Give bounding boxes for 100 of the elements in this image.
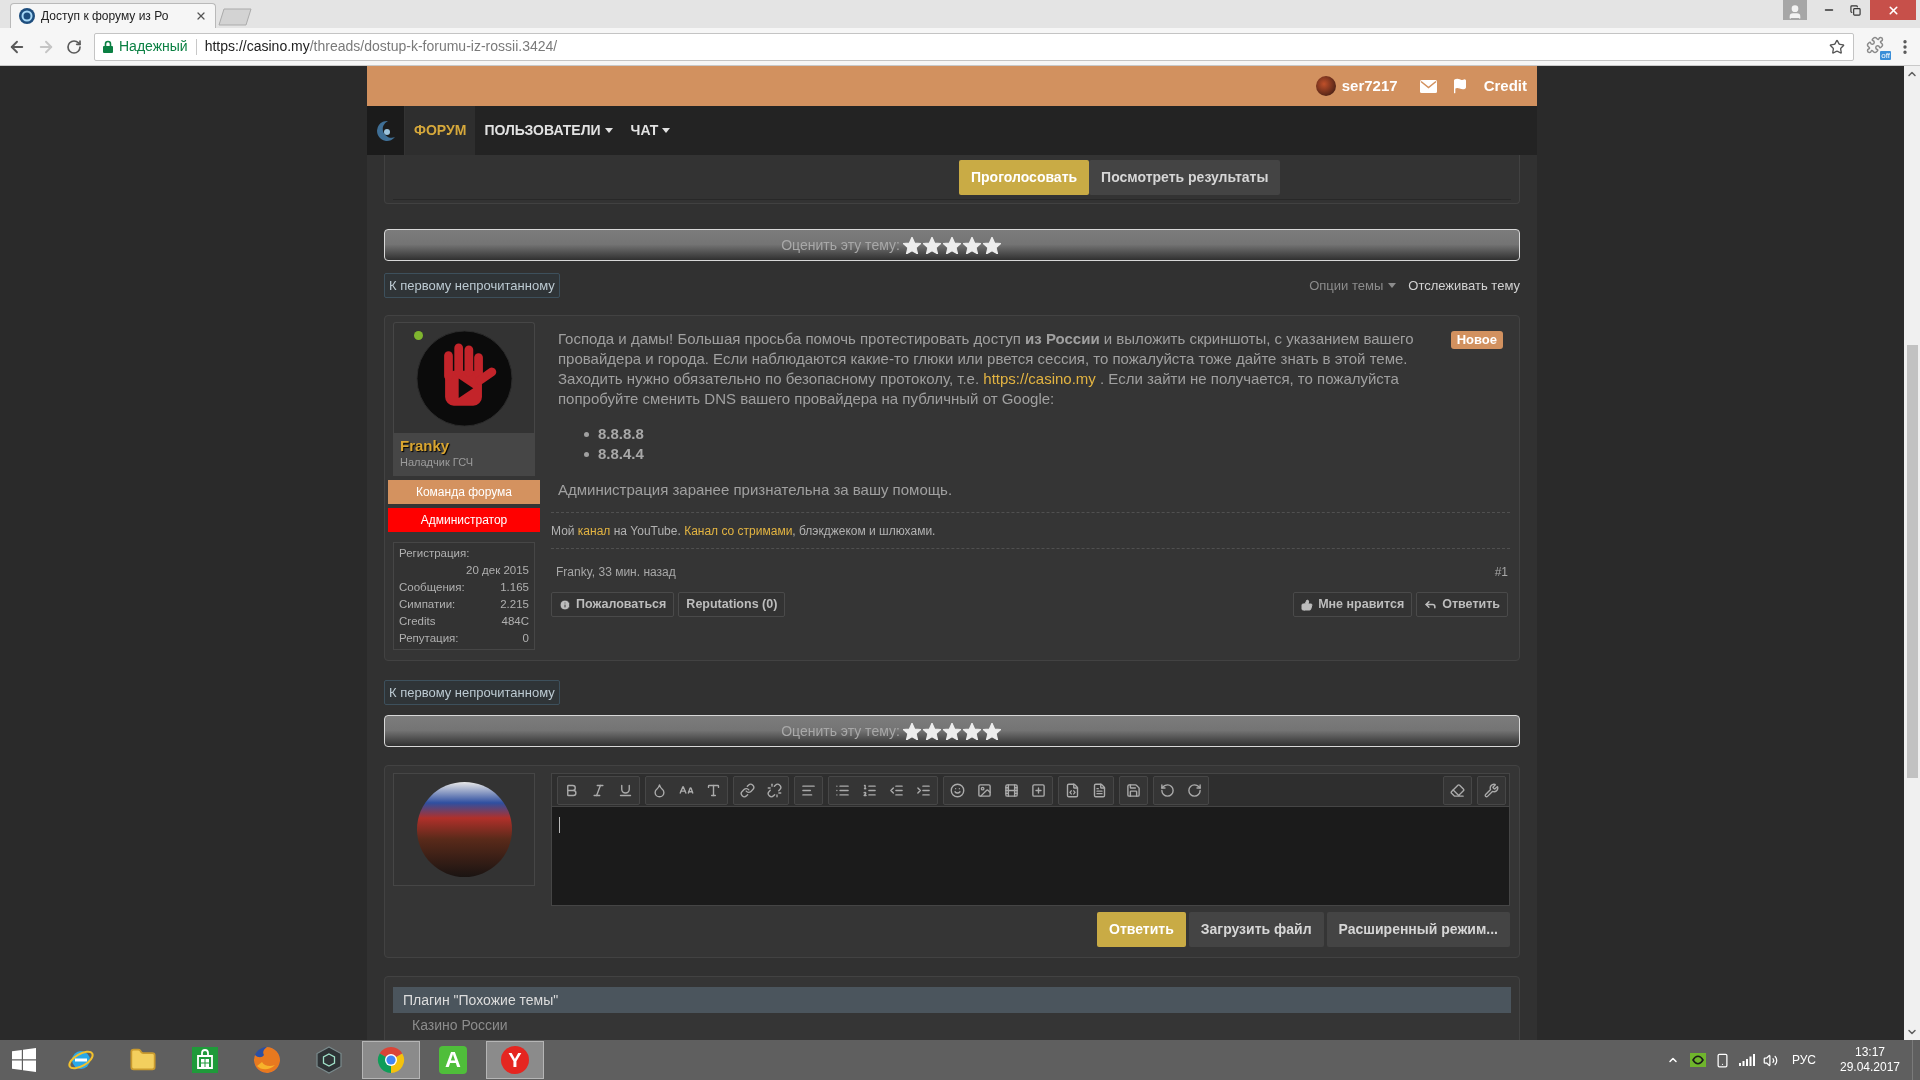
text-link[interactable]: канал bbox=[577, 524, 611, 538]
browser-tab[interactable]: Доступ к форуму из Ро bbox=[10, 3, 216, 28]
reply-form-button[interactable]: Расширенный режим... bbox=[1326, 912, 1510, 947]
stat-value: 2.215 bbox=[500, 597, 529, 612]
star-icon[interactable] bbox=[982, 722, 1001, 740]
post-action-button[interactable]: Мне нравится bbox=[1293, 592, 1413, 617]
signal-bars-icon[interactable] bbox=[1738, 1054, 1755, 1066]
star-icon[interactable] bbox=[922, 722, 941, 740]
scrollbar-thumb[interactable] bbox=[1906, 345, 1918, 778]
info-icon bbox=[559, 598, 571, 611]
poll-button[interactable]: Посмотреть результаты bbox=[1089, 159, 1281, 195]
thread-options-menu[interactable]: Опции темы bbox=[1309, 275, 1397, 296]
bold-icon[interactable] bbox=[564, 782, 579, 798]
star-icon[interactable] bbox=[982, 236, 1001, 254]
align-left-icon[interactable] bbox=[801, 782, 816, 798]
outdent-icon[interactable] bbox=[889, 782, 904, 798]
eraser-icon[interactable] bbox=[1450, 782, 1465, 798]
nav-tab[interactable]: ЧАТ bbox=[621, 106, 680, 155]
smiley-icon[interactable] bbox=[950, 782, 965, 798]
film-icon[interactable] bbox=[1004, 782, 1019, 798]
address-bar[interactable]: Надежный https://casino.my/threads/dostup-k-forumu-iz-rossii.3424/ bbox=[94, 32, 1854, 61]
star-icon[interactable] bbox=[962, 236, 981, 254]
droplet-icon[interactable] bbox=[652, 782, 667, 798]
post-byline: Franky, 33 мин. назад bbox=[556, 564, 676, 581]
indent-icon[interactable] bbox=[916, 782, 931, 798]
undo-icon[interactable] bbox=[1160, 782, 1175, 798]
close-icon bbox=[1886, 3, 1900, 17]
unlink-icon[interactable] bbox=[767, 782, 782, 798]
rating-label: Оценить эту тему: bbox=[781, 235, 900, 255]
post-text: Администрация заранее признательна за вашу помощь. bbox=[558, 480, 954, 500]
first-unread-button[interactable]: К первому непрочитанному bbox=[384, 680, 560, 705]
caret-icon bbox=[604, 128, 613, 133]
similar-thread-link[interactable]: Казино России bbox=[412, 1016, 508, 1034]
lock-icon bbox=[103, 40, 113, 53]
section-header: Плагин "Похожие темы" bbox=[393, 987, 1511, 1013]
envelope-icon[interactable] bbox=[1419, 79, 1437, 93]
bullet-list-icon[interactable] bbox=[835, 782, 850, 798]
nav-tab[interactable]: ПОЛЬЗОВАТЕЛИ bbox=[475, 106, 622, 155]
caret-icon bbox=[1388, 283, 1397, 288]
plus-square-icon[interactable] bbox=[1031, 782, 1046, 798]
user-banner: Администратор bbox=[388, 508, 540, 532]
restore-icon bbox=[1849, 4, 1861, 16]
image-icon[interactable] bbox=[977, 782, 992, 798]
underline-icon[interactable] bbox=[618, 782, 633, 798]
first-unread-button[interactable]: К первому непрочитанному bbox=[384, 273, 560, 298]
post-number-link[interactable]: #1 bbox=[1494, 563, 1508, 581]
extension-icon[interactable] bbox=[1866, 35, 1884, 54]
redo-icon[interactable] bbox=[1187, 782, 1202, 798]
tray-eye-icon[interactable] bbox=[1689, 1053, 1706, 1067]
text-link[interactable]: https://casino.my bbox=[983, 370, 1096, 387]
link-icon[interactable] bbox=[740, 782, 755, 798]
text-page-icon[interactable] bbox=[1092, 782, 1107, 798]
crescent-logo-icon bbox=[375, 119, 396, 142]
font-icon[interactable] bbox=[706, 782, 721, 798]
reply-form-button[interactable]: Загрузить файл bbox=[1188, 912, 1324, 947]
clock-time: 13:17 bbox=[1855, 1045, 1885, 1060]
star-icon[interactable] bbox=[902, 236, 921, 254]
speaker-icon[interactable] bbox=[1762, 1052, 1778, 1068]
star-icon[interactable] bbox=[902, 722, 921, 740]
star-icon[interactable] bbox=[942, 722, 961, 740]
close-icon[interactable] bbox=[195, 10, 207, 22]
post-action-button[interactable]: Ответить bbox=[1416, 592, 1508, 617]
taskbar-app-button[interactable] bbox=[362, 1041, 420, 1079]
message-field[interactable] bbox=[551, 806, 1510, 906]
post-action-button[interactable]: Reputations (0) bbox=[678, 592, 786, 617]
stat-label: Репутация: bbox=[399, 631, 459, 646]
user-banner: Команда форума bbox=[388, 480, 540, 504]
windows-logo-icon bbox=[12, 1048, 36, 1072]
extension-badge: off bbox=[1880, 50, 1891, 60]
watch-thread-link[interactable]: Отслеживать тему bbox=[1408, 275, 1520, 296]
hexagon-icon bbox=[315, 1046, 343, 1074]
site-logo-icon bbox=[19, 8, 35, 24]
author-title: Наладчик ГСЧ bbox=[400, 455, 474, 469]
thumbs-up-icon bbox=[1301, 598, 1314, 611]
taskbar-app-button[interactable]: Y bbox=[486, 1041, 544, 1079]
star-icon[interactable] bbox=[962, 722, 981, 740]
post-text: Господа и дамы! Большая просьба помочь протестировать доступ из России и выложить скриншоты, с указанием вашего провайдера и города. Если наблюдаются какие-то глюки или рвется сессия, то пожалуйста тоже дайте знать в этой теме. Заходить нужно обязательно по безопасному протоколу, т.е. https://casino.my . Если зайти не получается, то пожалуйста попробуйте сменить DNS вашего провайдера на публичный от Google: bbox=[558, 329, 1415, 409]
stat-value: 0 bbox=[522, 631, 529, 646]
reply-arrow-icon bbox=[1424, 598, 1438, 611]
home-link[interactable] bbox=[367, 106, 405, 155]
rating-label: Оценить эту тему: bbox=[781, 721, 900, 741]
bookmark-star-icon[interactable] bbox=[1829, 38, 1845, 55]
stat-label: Регистрация: bbox=[399, 546, 470, 561]
post-action-button[interactable]: Пожаловаться bbox=[551, 592, 675, 617]
code-page-icon[interactable] bbox=[1065, 782, 1080, 798]
star-icon[interactable] bbox=[922, 236, 941, 254]
author-name-link[interactable]: Franky bbox=[400, 437, 450, 455]
numbered-list-icon[interactable] bbox=[862, 782, 877, 798]
wrench-icon[interactable] bbox=[1484, 782, 1499, 798]
flag-icon[interactable] bbox=[1451, 78, 1468, 94]
tray-device-icon[interactable] bbox=[1714, 1052, 1730, 1068]
italic-icon[interactable] bbox=[591, 782, 606, 798]
reload-icon[interactable] bbox=[66, 38, 82, 55]
star-icon[interactable] bbox=[942, 236, 961, 254]
language-indicator[interactable]: РУС bbox=[1791, 1051, 1816, 1069]
clock-date: 29.04.2017 bbox=[1839, 1060, 1901, 1075]
url-text: https://casino.my/threads/dostup-k-forumu-iz-rossii.3424/ bbox=[204, 37, 558, 56]
clock[interactable]: 13:17 29.04.2017 bbox=[1834, 1045, 1906, 1075]
app-logo: A bbox=[439, 1046, 467, 1074]
nav-tab[interactable]: ФОРУМ bbox=[405, 106, 476, 155]
